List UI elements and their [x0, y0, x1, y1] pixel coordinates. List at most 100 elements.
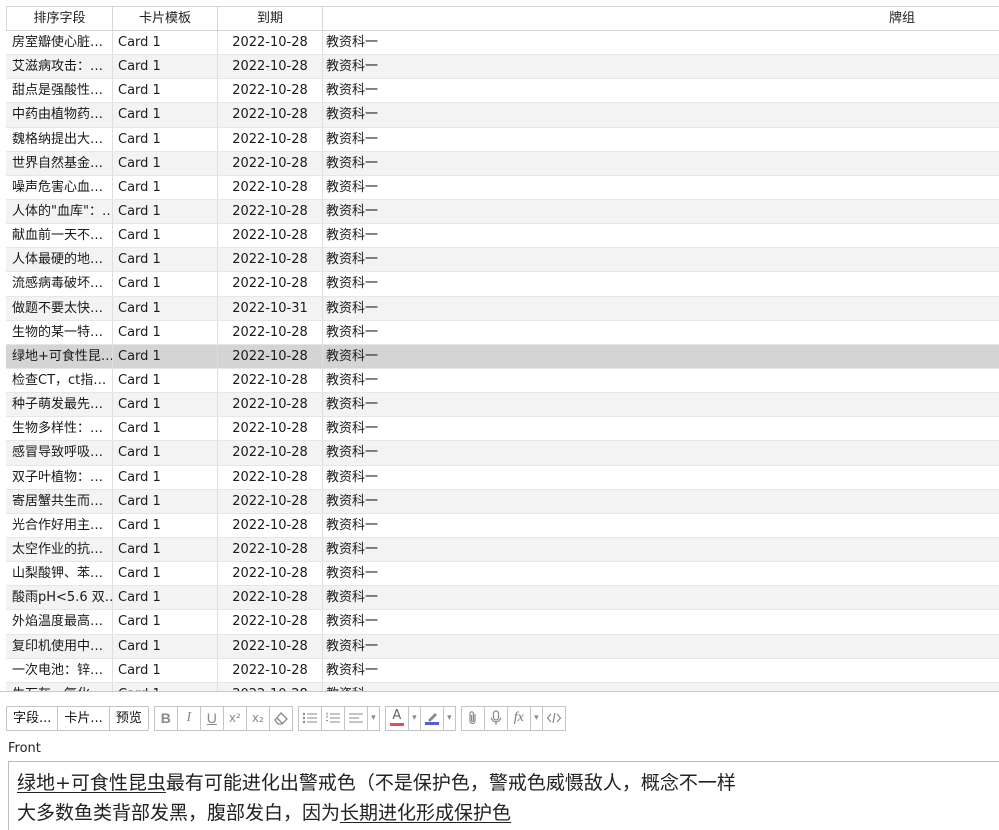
column-header-sort-field[interactable]: 排序字段 [6, 7, 113, 30]
cell-deck: 教资科一 [326, 300, 379, 316]
editor-text: 最有可能进化出警戒色（不是保护色，警戒色威慑敌人，概念不一样 [165, 772, 736, 794]
cell-card-template: Card 1 [113, 513, 218, 537]
cell-sort-field: 绿地+可食性昆… [6, 344, 113, 368]
table-row[interactable]: 太空作业的抗… Card 1 2022-10-28 教资科一 [6, 537, 999, 563]
table-row[interactable]: 一次电池：锌… Card 1 2022-10-28 教资科一 [6, 658, 999, 683]
text-color-button[interactable]: A [384, 705, 409, 731]
table-row[interactable]: 检查CT，ct指… Card 1 2022-10-28 教资科一 [6, 368, 999, 394]
preview-button[interactable]: 预览 [108, 705, 149, 731]
italic-button[interactable]: I [176, 705, 201, 731]
card-table[interactable]: 排序字段 卡片模板 到期 牌组 房室瓣使心脏… Card 1 2022-10-28 教… [0, 0, 999, 692]
cell-deck: 教资科一 [326, 590, 379, 606]
table-row[interactable]: 献血前一天不… Card 1 2022-10-28 教资科一 [6, 224, 999, 249]
cell-sort-field: 生石灰一氧化… [6, 682, 113, 691]
subscript-button[interactable]: x₂ [245, 705, 270, 731]
code-icon [546, 712, 562, 724]
cell-card-template: Card 1 [113, 31, 218, 55]
html-editor-button[interactable] [541, 705, 566, 731]
cell-card-template: Card 1 [113, 320, 218, 344]
table-row[interactable]: 人体的"血库"：… Card 1 2022-10-28 教资科一 [6, 199, 999, 225]
browser-window: 排序字段 卡片模板 到期 牌组 房室瓣使心脏… Card 1 2022-10-28 教… [0, 0, 999, 830]
align-dropdown-button[interactable]: ▾ [366, 705, 380, 731]
cell-sort-field: 魏格纳提出大… [6, 127, 113, 151]
cell-card-template: Card 1 [113, 368, 218, 393]
eraser-icon [273, 712, 288, 725]
table-row[interactable]: 噪声危害心血… Card 1 2022-10-28 教资科一 [6, 175, 999, 200]
cell-deck: 教资科一 [326, 614, 379, 630]
cell-sort-field: 外焰温度最高… [6, 610, 113, 634]
cell-due: 2022-10-28 [218, 586, 323, 610]
highlight-color-button[interactable] [419, 705, 444, 731]
table-row[interactable]: 房室瓣使心脏… Card 1 2022-10-28 教资科一 [6, 31, 999, 56]
table-row[interactable]: 寄居蟹共生而… Card 1 2022-10-28 教资科一 [6, 489, 999, 514]
table-row[interactable]: 流感病毒破坏… Card 1 2022-10-28 教资科一 [6, 272, 999, 297]
bold-button[interactable]: B [153, 705, 178, 731]
table-row[interactable]: 生石灰一氧化…Card 12022-10-28教资科一 [6, 682, 999, 691]
table-row[interactable]: 感冒导致呼吸… Card 1 2022-10-28 教资科一 [6, 441, 999, 466]
cell-sort-field: 中药由植物药… [6, 103, 113, 127]
table-row[interactable]: 外焰温度最高… Card 1 2022-10-28 教资科一 [6, 610, 999, 635]
cell-due: 2022-10-28 [218, 344, 323, 368]
table-row[interactable]: 酸雨pH<5.6 双… Card 1 2022-10-28 教资科一 [6, 586, 999, 611]
record-audio-button[interactable] [483, 705, 508, 731]
front-field-editor[interactable]: 绿地+可食性昆虫最有可能进化出警戒色（不是保护色，警戒色威慑敌人，概念不一样 大… [8, 761, 999, 830]
superscript-button[interactable]: x² [222, 705, 247, 731]
cell-card-template: Card 1 [113, 248, 218, 272]
table-row[interactable]: 山梨酸钾、苯… Card 1 2022-10-28 教资科一 [6, 562, 999, 587]
cell-card-template: Card 1 [113, 586, 218, 610]
cell-due: 2022-10-28 [218, 537, 323, 562]
cell-due: 2022-10-28 [218, 393, 323, 417]
cell-card-template: Card 1 [113, 465, 218, 489]
unordered-list-button[interactable] [297, 705, 322, 731]
column-header-card-template[interactable]: 卡片模板 [113, 7, 218, 30]
column-header-due[interactable]: 到期 [218, 7, 323, 30]
table-row[interactable]: 甜点是强酸性… Card 1 2022-10-28 教资科一 [6, 79, 999, 104]
cell-due: 2022-10-28 [218, 658, 323, 682]
table-row[interactable]: 做题不要太快… Card 1 2022-10-31 教资科一 [6, 296, 999, 321]
table-row[interactable]: 双子叶植物：… Card 1 2022-10-28 教资科一 [6, 465, 999, 490]
table-row[interactable]: 生物的某一特… Card 1 2022-10-28 教资科一 [6, 320, 999, 345]
table-row[interactable]: 光合作好用主… Card 1 2022-10-28 教资科一 [6, 513, 999, 538]
formula-button[interactable]: fx [506, 705, 531, 731]
table-row[interactable]: 人体最硬的地… Card 1 2022-10-28 教资科一 [6, 248, 999, 273]
table-row[interactable]: 艾滋病攻击：… Card 1 2022-10-28 教资科一 [6, 55, 999, 80]
cell-card-template: Card 1 [113, 562, 218, 586]
cell-card-template: Card 1 [113, 682, 218, 691]
table-row[interactable]: 中药由植物药… Card 1 2022-10-28 教资科一 [6, 103, 999, 128]
cell-sort-field: 艾滋病攻击：… [6, 55, 113, 79]
cell-sort-field: 生物的某一特… [6, 320, 113, 344]
editor-line-2: 大多数鱼类背部发黑，腹部发白，因为长期进化形成保护色 [17, 798, 999, 828]
table-row[interactable]: 魏格纳提出大… Card 1 2022-10-28 教资科一 [6, 127, 999, 152]
eraser-button[interactable] [268, 705, 293, 731]
table-row[interactable]: 世界自然基金… Card 1 2022-10-28 教资科一 [6, 151, 999, 176]
cell-card-template: Card 1 [113, 79, 218, 103]
table-header: 排序字段 卡片模板 到期 牌组 [6, 6, 999, 31]
cell-due: 2022-10-28 [218, 417, 323, 441]
table-row[interactable]: 生物多样性：… Card 1 2022-10-28 教资科一 [6, 417, 999, 442]
cards-button[interactable]: 卡片... [57, 705, 110, 731]
list-format-group: ▾ [297, 705, 380, 731]
cell-sort-field: 寄居蟹共生而… [6, 489, 113, 513]
cell-card-template: Card 1 [113, 344, 218, 368]
fields-button[interactable]: 字段... [6, 705, 59, 731]
table-row[interactable]: 绿地+可食性昆… Card 1 2022-10-28 教资科一 [6, 344, 999, 369]
underline-button[interactable]: U [199, 705, 224, 731]
align-button[interactable] [343, 705, 368, 731]
ordered-list-button[interactable] [320, 705, 345, 731]
cell-deck: 教资科一 [326, 517, 379, 533]
cell-card-template: Card 1 [113, 296, 218, 320]
column-header-deck[interactable]: 牌组 [323, 7, 999, 30]
attach-button[interactable] [460, 705, 485, 731]
cell-due: 2022-10-28 [218, 441, 323, 465]
cell-deck: 教资科一 [326, 179, 379, 195]
cell-card-template: Card 1 [113, 489, 218, 513]
cell-deck: 教资科一 [326, 445, 379, 461]
table-row[interactable]: 复印机使用中… Card 1 2022-10-28 教资科一 [6, 634, 999, 659]
cell-due: 2022-10-28 [218, 31, 323, 55]
chevron-down-icon: ▾ [447, 713, 452, 723]
highlight-color-dropdown-button[interactable]: ▾ [442, 705, 456, 731]
text-color-icon: A [389, 709, 404, 726]
table-row[interactable]: 种子萌发最先… Card 1 2022-10-28 教资科一 [6, 393, 999, 418]
cell-sort-field: 献血前一天不… [6, 224, 113, 248]
cell-card-template: Card 1 [113, 151, 218, 175]
